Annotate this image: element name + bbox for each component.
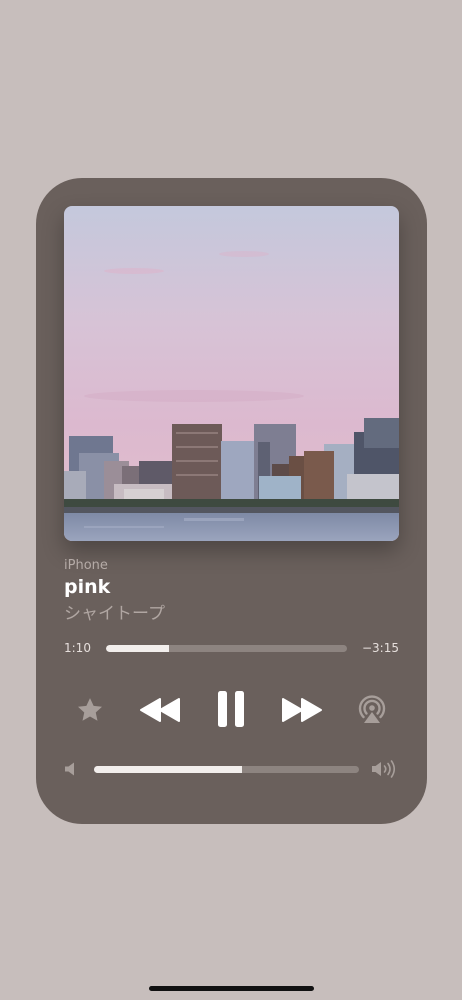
artwork-cityscape (64, 206, 399, 541)
star-icon (78, 698, 102, 721)
elapsed-time: 1:10 (64, 641, 91, 655)
playback-scrubber[interactable] (106, 645, 347, 652)
rewind-icon (140, 698, 180, 722)
airplay-button[interactable] (354, 692, 390, 728)
airplay-icon (358, 695, 386, 723)
track-title[interactable]: pink (64, 576, 110, 598)
remaining-time: −3:15 (361, 641, 399, 655)
previous-track-button[interactable] (138, 692, 182, 728)
speaker-low-icon (65, 762, 74, 776)
volume-min-button (63, 760, 79, 778)
next-track-button[interactable] (280, 692, 324, 728)
artist-name[interactable]: シャイトープ (64, 599, 165, 624)
pause-icon (218, 691, 244, 727)
volume-slider[interactable] (94, 766, 359, 773)
play-pause-button[interactable] (214, 688, 248, 730)
album-artwork[interactable] (64, 206, 399, 541)
fast-forward-icon (282, 698, 322, 722)
now-playing-card: iPhone pink シャイトープ 1:10 −3:15 (36, 178, 427, 824)
playback-progress-fill (106, 645, 169, 652)
volume-slider-fill (94, 766, 243, 773)
favorite-button[interactable] (74, 694, 106, 726)
volume-max-button (370, 759, 400, 779)
home-indicator[interactable] (149, 986, 314, 991)
output-device-label: iPhone (64, 558, 108, 573)
speaker-high-icon (372, 760, 396, 778)
